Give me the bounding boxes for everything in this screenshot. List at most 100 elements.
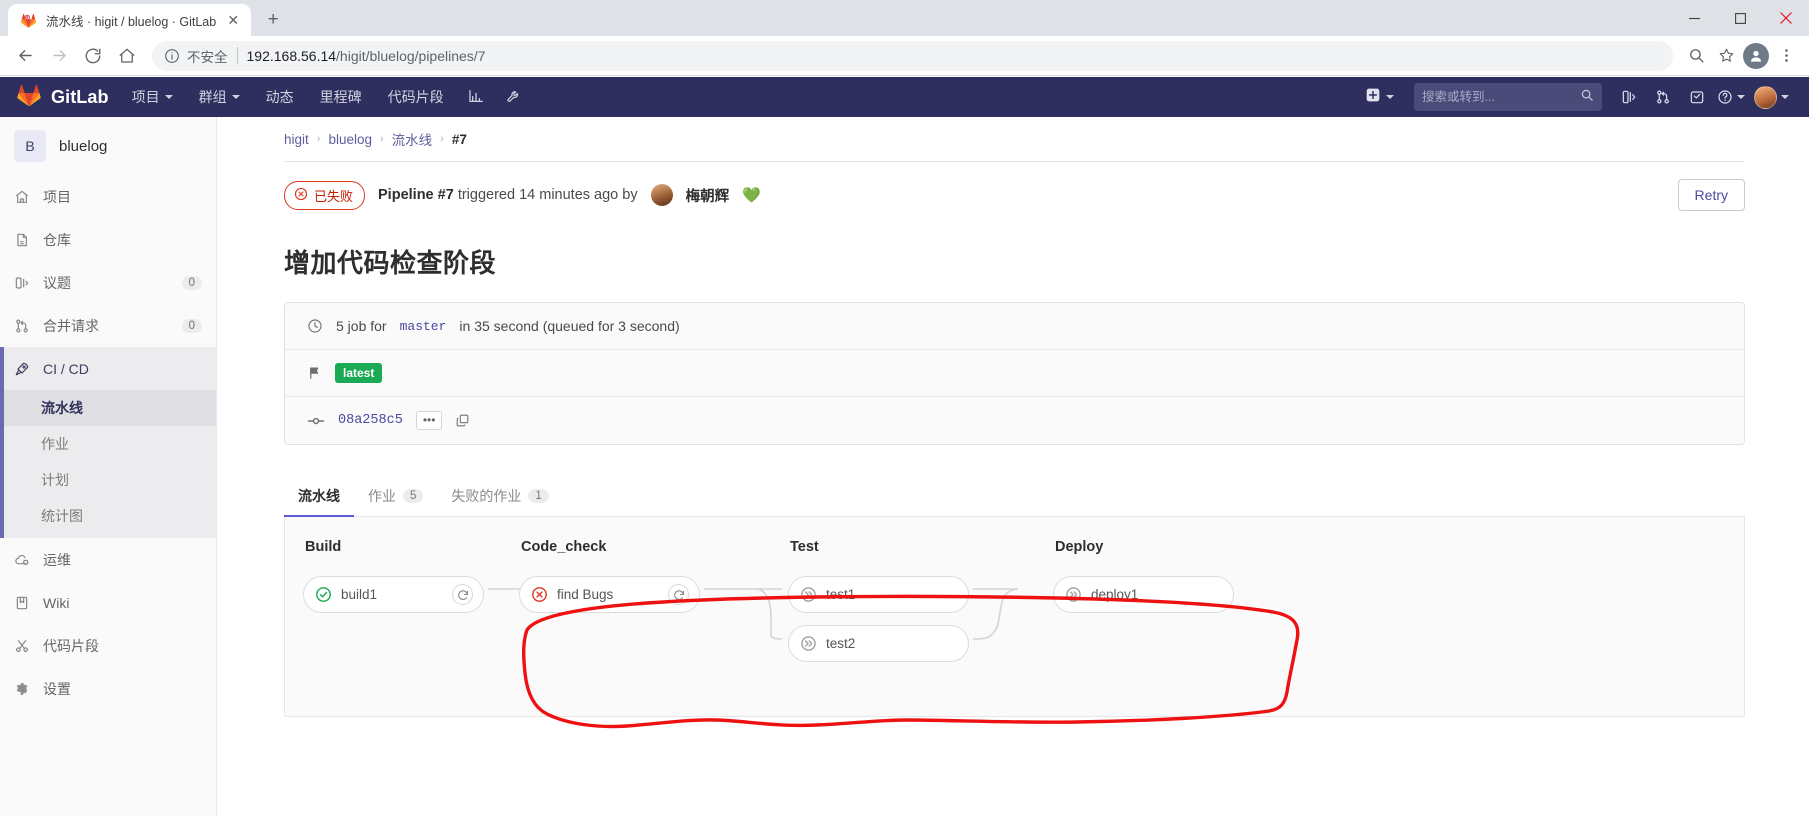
- new-tab-button[interactable]: +: [259, 6, 287, 34]
- commit-sha-link[interactable]: 08a258c5: [338, 413, 403, 428]
- user-menu-button[interactable]: [1748, 85, 1797, 109]
- sidebar-subitem-pipelines[interactable]: 流水线: [0, 390, 216, 426]
- zoom-search-icon[interactable]: [1681, 41, 1711, 71]
- sidebar-item-operations[interactable]: 运维: [0, 538, 216, 581]
- browser-profile-avatar[interactable]: [1741, 41, 1771, 71]
- sidebar-item-wiki[interactable]: Wiki: [0, 581, 216, 624]
- nav-item-admin[interactable]: [495, 77, 533, 117]
- pipeline-trigger-middle: triggered 14 minutes ago by: [457, 187, 638, 203]
- sidebar-item-merge-requests[interactable]: 合并请求 0: [0, 304, 216, 347]
- address-bar[interactable]: 不安全 192.168.56.14/higit/bluelog/pipeline…: [152, 40, 1673, 71]
- retry-refresh-icon[interactable]: [668, 584, 689, 605]
- tab-failed-jobs[interactable]: 失败的作业 1: [437, 475, 562, 516]
- book-icon: [14, 595, 30, 611]
- browser-menu-icon[interactable]: [1771, 41, 1801, 71]
- sidebar-subitem-schedules[interactable]: 计划: [0, 462, 216, 498]
- sidebar-item-issues[interactable]: 议题 0: [0, 261, 216, 304]
- address-bar-url: 192.168.56.14/higit/bluelog/pipelines/7: [247, 48, 486, 64]
- pipeline-header: 已失败 Pipeline #7 triggered 14 minutes ago…: [284, 162, 1745, 229]
- stage-test-jobs: test1 test2: [788, 576, 1035, 662]
- nav-merge-requests-icon[interactable]: [1646, 77, 1680, 117]
- sidebar-item-settings[interactable]: 设置: [0, 667, 216, 710]
- nav-item-groups[interactable]: 群组: [186, 77, 253, 117]
- jobs-summary-before: 5 job for: [336, 318, 387, 334]
- nav-todos-icon[interactable]: [1680, 77, 1714, 117]
- nav-help-icon[interactable]: [1714, 77, 1748, 117]
- sidebar-item-snippets[interactable]: 代码片段: [0, 624, 216, 667]
- window-close-button[interactable]: [1763, 0, 1809, 36]
- breadcrumb-group-link[interactable]: higit: [284, 132, 309, 147]
- flag-icon: [307, 365, 322, 381]
- gitlab-logo-link[interactable]: GitLab: [12, 82, 119, 113]
- reload-button[interactable]: [76, 39, 110, 73]
- sidebar-subitem-charts[interactable]: 统计图: [0, 498, 216, 534]
- nav-item-milestones[interactable]: 里程碑: [307, 77, 375, 117]
- retry-refresh-icon[interactable]: [452, 584, 473, 605]
- pipeline-graph: Build build1 Code_check find Bugs Test t…: [284, 517, 1745, 717]
- job-build1[interactable]: build1: [303, 576, 484, 613]
- trigger-user-name[interactable]: 梅朝辉: [686, 185, 730, 206]
- close-tab-icon[interactable]: ✕: [225, 12, 241, 28]
- tab-failed-jobs-count: 1: [528, 489, 549, 503]
- breadcrumb-current: #7: [451, 131, 467, 147]
- create-new-button[interactable]: [1355, 87, 1404, 108]
- commit-expand-button[interactable]: •••: [415, 411, 443, 430]
- sidebar-issues-count: 0: [181, 275, 202, 290]
- bookmark-star-icon[interactable]: [1711, 41, 1741, 71]
- sidebar-item-issues-label: 议题: [43, 274, 71, 291]
- rocket-icon: [14, 361, 30, 377]
- copy-icon[interactable]: [455, 413, 470, 428]
- search-input[interactable]: [1422, 90, 1594, 104]
- status-badge[interactable]: 已失败: [284, 180, 366, 210]
- retry-button[interactable]: Retry: [1677, 179, 1745, 211]
- skipped-chevrons-icon: [1065, 586, 1082, 603]
- sidebar-item-repository[interactable]: 仓库: [0, 218, 216, 261]
- pipeline-info-card: 5 job for master in 35 second (queued fo…: [284, 302, 1745, 445]
- insecure-label: 不安全: [187, 49, 228, 65]
- tab-pipeline-label: 流水线: [298, 488, 340, 504]
- site-info-icon[interactable]: [164, 48, 180, 64]
- chevron-down-icon: [231, 95, 240, 99]
- sidebar-merge-requests-count: 0: [181, 318, 202, 333]
- gitlab-brand-label: GitLab: [51, 86, 109, 107]
- nav-item-groups-label: 群组: [198, 89, 227, 105]
- nav-item-snippets[interactable]: 代码片段: [375, 77, 457, 117]
- pipeline-ref-link[interactable]: master: [400, 319, 447, 334]
- tab-pipeline[interactable]: 流水线: [284, 475, 354, 517]
- gitlab-nav-items: 项目 群组 动态 里程碑 代码片段: [119, 77, 533, 117]
- breadcrumb-project-link[interactable]: bluelog: [328, 132, 372, 147]
- analytics-chart-icon: [468, 88, 484, 107]
- browser-tab[interactable]: 流水线 · higit / bluelog · GitLab ✕: [8, 4, 252, 36]
- forward-button[interactable]: [42, 39, 76, 73]
- stage-code-check-title: Code_check: [521, 539, 607, 555]
- sidebar-project-header[interactable]: B bluelog: [0, 117, 216, 175]
- back-button[interactable]: [8, 39, 42, 73]
- nav-item-projects[interactable]: 项目: [119, 77, 186, 117]
- job-find-bugs[interactable]: find Bugs: [519, 576, 700, 613]
- sidebar-item-project[interactable]: 项目: [0, 175, 216, 218]
- nav-item-activity[interactable]: 动态: [253, 77, 307, 117]
- breadcrumb-section-link[interactable]: 流水线: [392, 129, 433, 149]
- job-test2[interactable]: test2: [788, 625, 969, 662]
- gear-icon: [14, 681, 30, 697]
- job-deploy1[interactable]: deploy1: [1053, 576, 1234, 613]
- failed-x-circle-icon: [531, 586, 548, 603]
- nav-issues-icon[interactable]: [1612, 77, 1646, 117]
- trigger-user-avatar[interactable]: [650, 184, 673, 206]
- job-test1[interactable]: test1: [788, 576, 969, 613]
- skipped-chevrons-icon: [800, 635, 817, 652]
- global-search-box[interactable]: [1414, 83, 1602, 111]
- scissors-icon: [14, 638, 30, 654]
- sidebar-subitem-jobs[interactable]: 作业: [0, 426, 216, 462]
- home-button[interactable]: [110, 39, 144, 73]
- user-avatar: [1754, 85, 1777, 109]
- window-minimize-button[interactable]: [1671, 0, 1717, 36]
- window-maximize-button[interactable]: [1717, 0, 1763, 36]
- tab-jobs[interactable]: 作业 5: [354, 475, 437, 516]
- url-path: /higit/bluelog/pipelines/7: [336, 47, 486, 64]
- latest-tag-badge: latest: [335, 363, 383, 383]
- search-icon[interactable]: [1580, 88, 1594, 107]
- sidebar-item-ci-cd[interactable]: CI / CD: [0, 347, 216, 390]
- browser-tab-title: 流水线 · higit / bluelog · GitLab: [46, 14, 217, 29]
- nav-item-analytics[interactable]: [457, 77, 495, 117]
